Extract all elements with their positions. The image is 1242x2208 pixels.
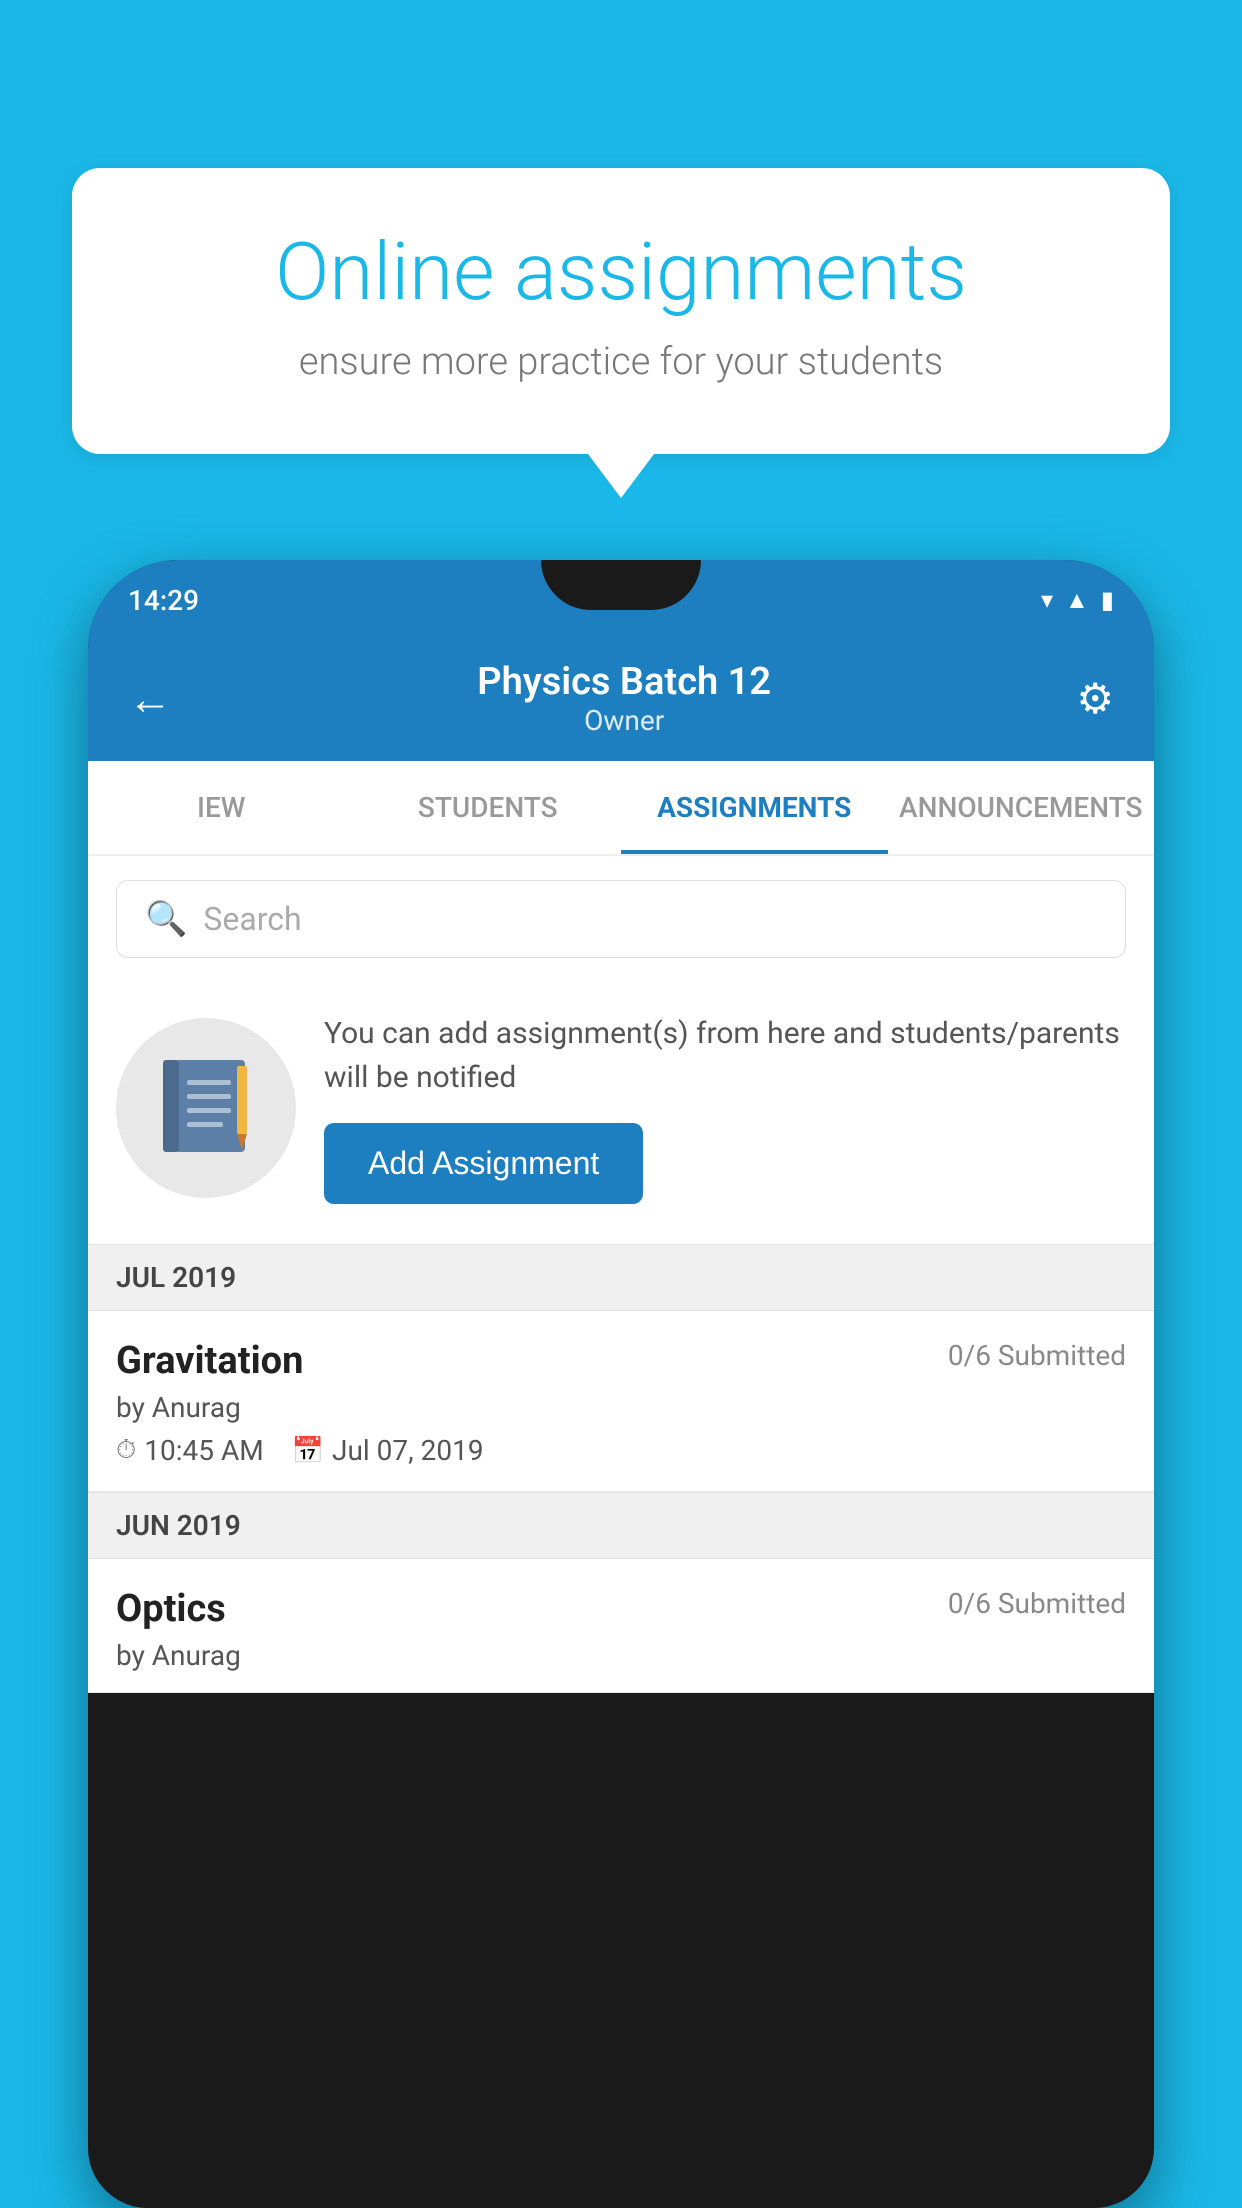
status-icons: ▾ ▲ ▮	[1041, 586, 1114, 615]
app-header: ← Physics Batch 12 Owner ⚙	[88, 640, 1154, 761]
app-content: 🔍 Search	[88, 856, 1154, 1693]
assignment-date: Jul 07, 2019	[332, 1434, 484, 1467]
header-title-group: Physics Batch 12 Owner	[172, 660, 1076, 737]
meta-date: 📅 Jul 07, 2019	[292, 1434, 484, 1467]
assignment-top-row-optics: Optics 0/6 Submitted	[116, 1587, 1126, 1631]
promo-icon-circle	[116, 1018, 296, 1198]
promo-text-group: You can add assignment(s) from here and …	[324, 1012, 1126, 1204]
search-bar: 🔍 Search	[88, 856, 1154, 982]
search-placeholder: Search	[203, 900, 301, 938]
assignment-submitted-optics: 0/6 Submitted	[948, 1587, 1126, 1620]
promo-description: You can add assignment(s) from here and …	[324, 1012, 1126, 1099]
assignment-author-optics: by Anurag	[116, 1639, 1126, 1672]
tab-students[interactable]: STUDENTS	[355, 761, 622, 854]
section-header-jul: JUL 2019	[88, 1244, 1154, 1311]
speech-bubble-subtitle: ensure more practice for your students	[142, 340, 1100, 384]
battery-icon: ▮	[1101, 586, 1114, 614]
status-time: 14:29	[128, 584, 199, 617]
clock-icon: ⏱	[116, 1435, 136, 1466]
tabs-bar: IEW STUDENTS ASSIGNMENTS ANNOUNCEMENTS	[88, 761, 1154, 856]
search-icon: 🔍	[145, 899, 187, 939]
notebook-svg-icon	[161, 1058, 251, 1158]
assignment-item-gravitation[interactable]: Gravitation 0/6 Submitted by Anurag ⏱ 10…	[88, 1311, 1154, 1492]
back-button[interactable]: ←	[128, 677, 172, 721]
settings-icon[interactable]: ⚙	[1076, 674, 1114, 724]
assignment-author: by Anurag	[116, 1391, 1126, 1424]
speech-bubble-card: Online assignments ensure more practice …	[72, 168, 1170, 454]
phone-frame: 14:29 ▾ ▲ ▮ ← Physics Batch 12 Owner ⚙ I…	[88, 560, 1154, 2208]
assignment-title: Gravitation	[116, 1339, 303, 1383]
speech-bubble-title: Online assignments	[142, 228, 1100, 316]
tab-announcements[interactable]: ANNOUNCEMENTS	[888, 761, 1155, 854]
add-assignment-button[interactable]: Add Assignment	[324, 1123, 643, 1204]
assignment-top-row: Gravitation 0/6 Submitted	[116, 1339, 1126, 1383]
assignment-meta: ⏱ 10:45 AM 📅 Jul 07, 2019	[116, 1434, 1126, 1467]
search-input-wrap[interactable]: 🔍 Search	[116, 880, 1126, 958]
section-header-jun: JUN 2019	[88, 1492, 1154, 1559]
status-bar: 14:29 ▾ ▲ ▮	[88, 560, 1154, 640]
calendar-icon: 📅	[292, 1436, 324, 1466]
batch-subtitle: Owner	[172, 704, 1076, 737]
assignment-title-optics: Optics	[116, 1587, 226, 1631]
tab-assignments[interactable]: ASSIGNMENTS	[621, 761, 888, 854]
assignment-submitted: 0/6 Submitted	[948, 1339, 1126, 1372]
meta-time: ⏱ 10:45 AM	[116, 1434, 264, 1467]
wifi-icon: ▾	[1041, 586, 1053, 614]
assignment-item-optics[interactable]: Optics 0/6 Submitted by Anurag	[88, 1559, 1154, 1693]
promo-section: You can add assignment(s) from here and …	[88, 982, 1154, 1244]
assignment-time: 10:45 AM	[144, 1434, 263, 1467]
tab-iew[interactable]: IEW	[88, 761, 355, 854]
signal-icon: ▲	[1065, 586, 1089, 615]
batch-title: Physics Batch 12	[172, 660, 1076, 704]
